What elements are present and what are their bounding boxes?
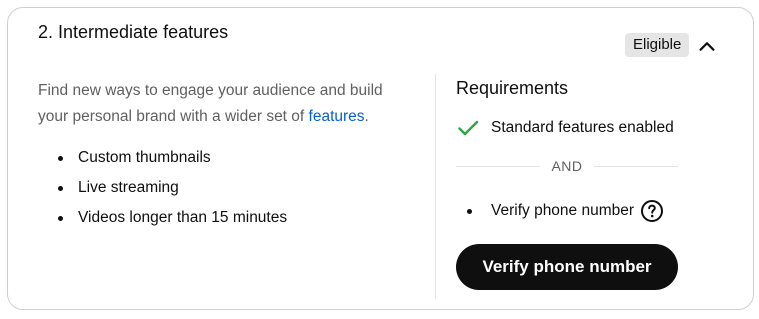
- separator-line: [593, 165, 678, 167]
- card-title: 2. Intermediate features: [38, 22, 229, 42]
- chevron-up-icon: [699, 42, 715, 51]
- help-icon[interactable]: [640, 199, 664, 223]
- feature-item: Custom thumbnails: [58, 143, 287, 173]
- requirements-title: Requirements: [456, 78, 569, 98]
- intermediate-features-card: 2. Intermediate features Eligible Find n…: [7, 7, 754, 310]
- separator-line: [456, 165, 541, 167]
- feature-item: Videos longer than 15 minutes: [58, 203, 287, 233]
- description-suffix: .: [364, 108, 369, 125]
- requirement-completed-label: Standard features enabled: [491, 119, 674, 136]
- bullet-icon: [467, 208, 472, 214]
- and-label: AND: [551, 158, 583, 174]
- requirement-completed: Standard features enabled: [456, 116, 674, 140]
- verify-phone-button[interactable]: Verify phone number: [456, 244, 678, 290]
- collapse-chevron-button[interactable]: [694, 33, 720, 59]
- features-link[interactable]: features: [309, 108, 365, 125]
- and-separator: AND: [456, 158, 678, 174]
- vertical-divider: [435, 74, 436, 299]
- eligible-badge: Eligible: [625, 33, 690, 57]
- feature-list: Custom thumbnails Live streaming Videos …: [58, 143, 287, 233]
- requirement-pending-label: Verify phone number: [491, 202, 635, 219]
- feature-item: Live streaming: [58, 173, 287, 203]
- checkmark-icon: [456, 116, 480, 140]
- feature-description: Find new ways to engage your audience an…: [38, 78, 408, 130]
- requirement-pending: Verify phone number: [467, 199, 664, 223]
